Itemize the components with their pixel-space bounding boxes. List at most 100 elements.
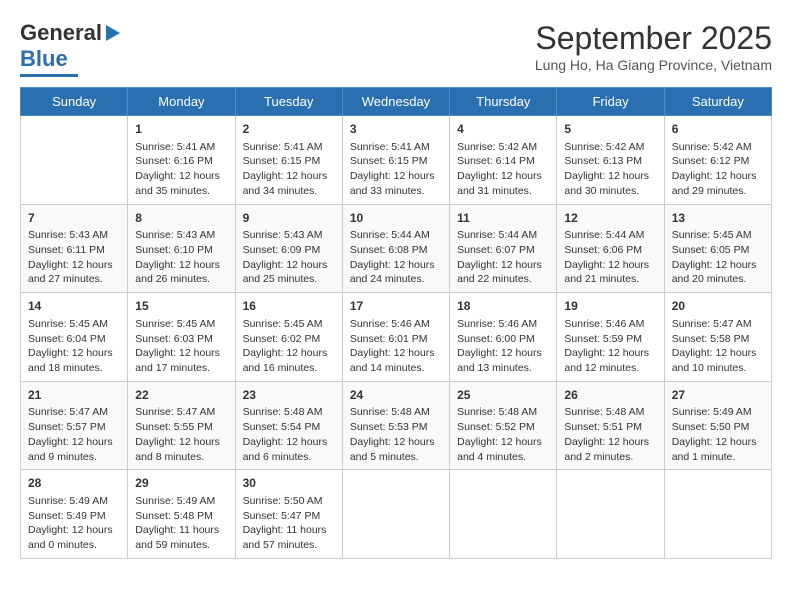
- col-thursday: Thursday: [450, 88, 557, 116]
- day-number: 8: [135, 210, 227, 227]
- day-info: Sunrise: 5:44 AM Sunset: 6:08 PM Dayligh…: [350, 228, 442, 287]
- col-tuesday: Tuesday: [235, 88, 342, 116]
- day-number: 9: [243, 210, 335, 227]
- day-info: Sunrise: 5:41 AM Sunset: 6:15 PM Dayligh…: [350, 140, 442, 199]
- calendar-cell: 25Sunrise: 5:48 AM Sunset: 5:52 PM Dayli…: [450, 381, 557, 470]
- day-number: 23: [243, 387, 335, 404]
- day-info: Sunrise: 5:43 AM Sunset: 6:10 PM Dayligh…: [135, 228, 227, 287]
- logo-text-blue: Blue: [20, 46, 68, 72]
- day-number: 17: [350, 298, 442, 315]
- calendar-cell: 12Sunrise: 5:44 AM Sunset: 6:06 PM Dayli…: [557, 204, 664, 293]
- calendar-cell: 30 Sunrise: 5:50 AM Sunset: 5:47 PM Dayli…: [235, 470, 342, 559]
- calendar-cell: 10Sunrise: 5:44 AM Sunset: 6:08 PM Dayli…: [342, 204, 449, 293]
- day-number: 12: [564, 210, 656, 227]
- day-info: Sunrise: 5:43 AM Sunset: 6:11 PM Dayligh…: [28, 228, 120, 287]
- calendar-cell: 18 Sunrise: 5:46 AM Sunset: 6:00 PM Dayli…: [450, 293, 557, 382]
- day-info: Sunrise: 5:46 AM Sunset: 5:59 PM Dayligh…: [564, 317, 656, 376]
- calendar-cell: 5 Sunrise: 5:42 AM Sunset: 6:13 PM Daylig…: [557, 116, 664, 205]
- col-wednesday: Wednesday: [342, 88, 449, 116]
- day-number: 19: [564, 298, 656, 315]
- logo-arrow-icon: [106, 25, 120, 41]
- logo-text-general: General: [20, 20, 102, 46]
- day-number: 18: [457, 298, 549, 315]
- calendar-cell: 17 Sunrise: 5:46 AM Sunset: 6:01 PM Dayli…: [342, 293, 449, 382]
- calendar-cell: 29 Sunrise: 5:49 AM Sunset: 5:48 PM Dayli…: [128, 470, 235, 559]
- logo-underline: [20, 74, 78, 77]
- calendar-cell: 14 Sunrise: 5:45 AM Sunset: 6:04 PM Dayli…: [21, 293, 128, 382]
- day-info: Sunrise: 5:48 AM Sunset: 5:53 PM Dayligh…: [350, 405, 442, 464]
- day-number: 5: [564, 121, 656, 138]
- day-info: Sunrise: 5:41 AM Sunset: 6:15 PM Dayligh…: [243, 140, 335, 199]
- day-number: 6: [672, 121, 764, 138]
- day-info: Sunrise: 5:42 AM Sunset: 6:13 PM Dayligh…: [564, 140, 656, 199]
- calendar-week-row: 14 Sunrise: 5:45 AM Sunset: 6:04 PM Dayli…: [21, 293, 772, 382]
- day-number: 21: [28, 387, 120, 404]
- calendar-week-row: 28Sunrise: 5:49 AM Sunset: 5:49 PM Dayli…: [21, 470, 772, 559]
- day-info: Sunrise: 5:46 AM Sunset: 6:00 PM Dayligh…: [457, 317, 549, 376]
- day-info: Sunrise: 5:41 AM Sunset: 6:16 PM Dayligh…: [135, 140, 227, 199]
- day-info: Sunrise: 5:47 AM Sunset: 5:55 PM Dayligh…: [135, 405, 227, 464]
- day-number: 3: [350, 121, 442, 138]
- calendar-cell: 21Sunrise: 5:47 AM Sunset: 5:57 PM Dayli…: [21, 381, 128, 470]
- day-info: Sunrise: 5:49 AM Sunset: 5:50 PM Dayligh…: [672, 405, 764, 464]
- day-info: Sunrise: 5:48 AM Sunset: 5:51 PM Dayligh…: [564, 405, 656, 464]
- day-info: Sunrise: 5:45 AM Sunset: 6:05 PM Dayligh…: [672, 228, 764, 287]
- calendar-cell: 7Sunrise: 5:43 AM Sunset: 6:11 PM Daylig…: [21, 204, 128, 293]
- calendar-cell: 4Sunrise: 5:42 AM Sunset: 6:14 PM Daylig…: [450, 116, 557, 205]
- calendar-cell: 11Sunrise: 5:44 AM Sunset: 6:07 PM Dayli…: [450, 204, 557, 293]
- page-header: General Blue September 2025 Lung Ho, Ha …: [20, 20, 772, 77]
- day-info: Sunrise: 5:50 AM Sunset: 5:47 PM Dayligh…: [243, 494, 335, 553]
- calendar-cell: 22Sunrise: 5:47 AM Sunset: 5:55 PM Dayli…: [128, 381, 235, 470]
- calendar-cell: 19 Sunrise: 5:46 AM Sunset: 5:59 PM Dayli…: [557, 293, 664, 382]
- col-monday: Monday: [128, 88, 235, 116]
- day-info: Sunrise: 5:45 AM Sunset: 6:04 PM Dayligh…: [28, 317, 120, 376]
- day-info: Sunrise: 5:44 AM Sunset: 6:07 PM Dayligh…: [457, 228, 549, 287]
- col-saturday: Saturday: [664, 88, 771, 116]
- calendar-cell: 15Sunrise: 5:45 AM Sunset: 6:03 PM Dayli…: [128, 293, 235, 382]
- page-title: September 2025: [535, 20, 772, 57]
- day-info: Sunrise: 5:48 AM Sunset: 5:52 PM Dayligh…: [457, 405, 549, 464]
- day-number: 27: [672, 387, 764, 404]
- calendar-cell: 23Sunrise: 5:48 AM Sunset: 5:54 PM Dayli…: [235, 381, 342, 470]
- calendar-cell: 28Sunrise: 5:49 AM Sunset: 5:49 PM Dayli…: [21, 470, 128, 559]
- calendar-cell: 9Sunrise: 5:43 AM Sunset: 6:09 PM Daylig…: [235, 204, 342, 293]
- calendar-cell: 20Sunrise: 5:47 AM Sunset: 5:58 PM Dayli…: [664, 293, 771, 382]
- calendar-cell: [342, 470, 449, 559]
- day-info: Sunrise: 5:42 AM Sunset: 6:14 PM Dayligh…: [457, 140, 549, 199]
- day-number: 28: [28, 475, 120, 492]
- calendar-table: Sunday Monday Tuesday Wednesday Thursday…: [20, 87, 772, 559]
- day-number: 1: [135, 121, 227, 138]
- calendar-cell: [21, 116, 128, 205]
- calendar-cell: [557, 470, 664, 559]
- calendar-week-row: 21Sunrise: 5:47 AM Sunset: 5:57 PM Dayli…: [21, 381, 772, 470]
- title-block: September 2025 Lung Ho, Ha Giang Provinc…: [535, 20, 772, 73]
- day-number: 22: [135, 387, 227, 404]
- col-friday: Friday: [557, 88, 664, 116]
- col-sunday: Sunday: [21, 88, 128, 116]
- calendar-cell: 27Sunrise: 5:49 AM Sunset: 5:50 PM Dayli…: [664, 381, 771, 470]
- calendar-cell: 3 Sunrise: 5:41 AM Sunset: 6:15 PM Daylig…: [342, 116, 449, 205]
- day-info: Sunrise: 5:49 AM Sunset: 5:48 PM Dayligh…: [135, 494, 227, 553]
- day-number: 14: [28, 298, 120, 315]
- day-number: 30: [243, 475, 335, 492]
- day-info: Sunrise: 5:47 AM Sunset: 5:58 PM Dayligh…: [672, 317, 764, 376]
- day-info: Sunrise: 5:46 AM Sunset: 6:01 PM Dayligh…: [350, 317, 442, 376]
- day-number: 13: [672, 210, 764, 227]
- calendar-week-row: 7Sunrise: 5:43 AM Sunset: 6:11 PM Daylig…: [21, 204, 772, 293]
- day-number: 24: [350, 387, 442, 404]
- calendar-cell: [664, 470, 771, 559]
- day-number: 11: [457, 210, 549, 227]
- day-info: Sunrise: 5:45 AM Sunset: 6:03 PM Dayligh…: [135, 317, 227, 376]
- day-info: Sunrise: 5:48 AM Sunset: 5:54 PM Dayligh…: [243, 405, 335, 464]
- page-subtitle: Lung Ho, Ha Giang Province, Vietnam: [535, 57, 772, 73]
- day-number: 7: [28, 210, 120, 227]
- day-info: Sunrise: 5:42 AM Sunset: 6:12 PM Dayligh…: [672, 140, 764, 199]
- day-number: 29: [135, 475, 227, 492]
- logo: General Blue: [20, 20, 120, 77]
- calendar-cell: 6 Sunrise: 5:42 AM Sunset: 6:12 PM Daylig…: [664, 116, 771, 205]
- day-info: Sunrise: 5:44 AM Sunset: 6:06 PM Dayligh…: [564, 228, 656, 287]
- calendar-week-row: 1 Sunrise: 5:41 AM Sunset: 6:16 PM Daylig…: [21, 116, 772, 205]
- day-number: 26: [564, 387, 656, 404]
- calendar-cell: 1 Sunrise: 5:41 AM Sunset: 6:16 PM Daylig…: [128, 116, 235, 205]
- day-number: 2: [243, 121, 335, 138]
